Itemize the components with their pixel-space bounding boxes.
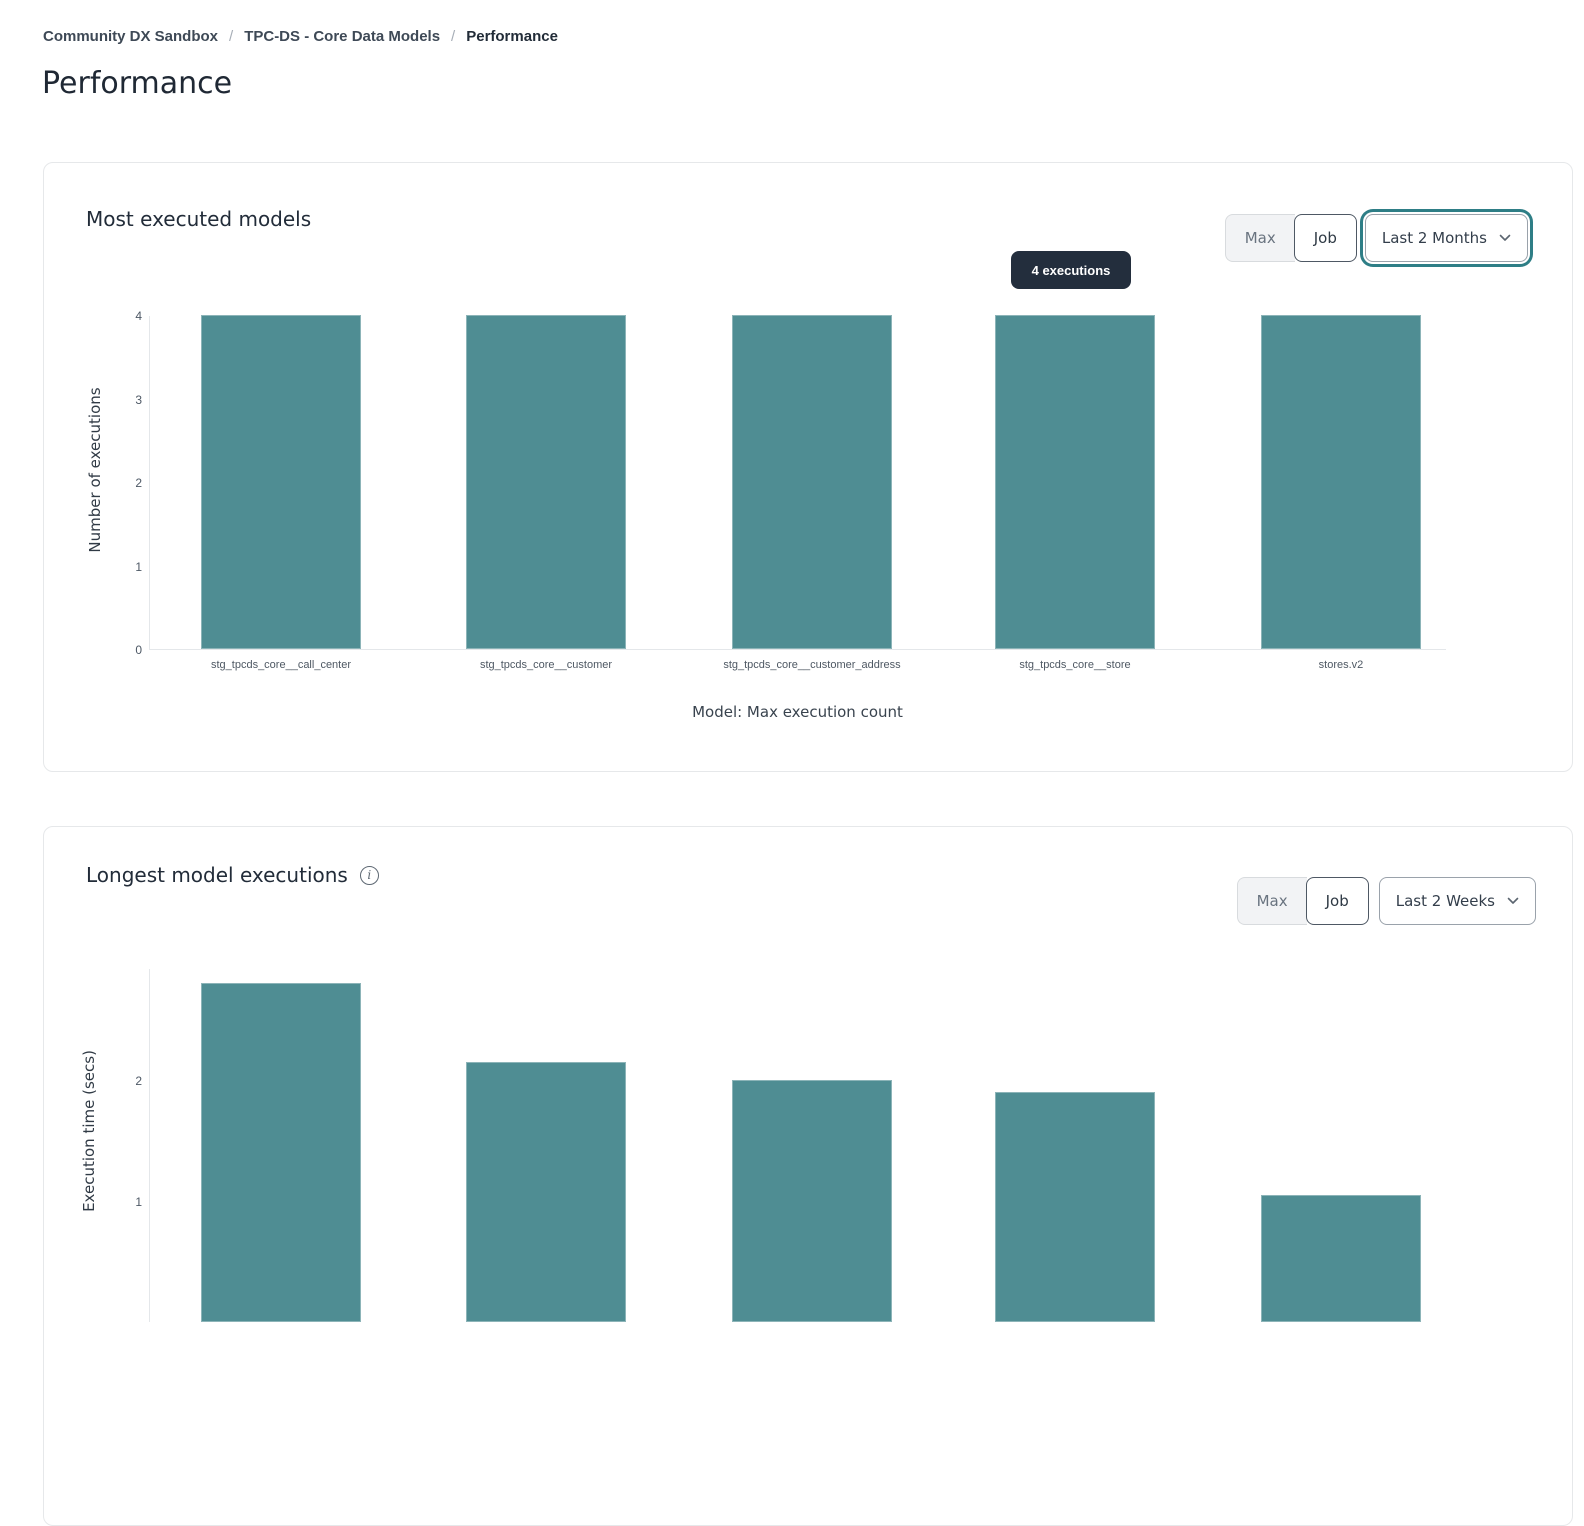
x-category-label: stg_tpcds_core__store <box>925 659 1225 671</box>
card-title-longest-executions: Longest model executions i <box>86 863 379 887</box>
y-tick-label: 4 <box>114 309 142 323</box>
y-tick-label: 1 <box>114 560 142 574</box>
toggle-max-button[interactable]: Max <box>1225 214 1295 262</box>
bar-chart-most-executed: 01234stg_tpcds_core__call_centerstg_tpcd… <box>149 316 1446 650</box>
aggregation-toggle: Max Job <box>1237 877 1369 925</box>
y-tick-label: 2 <box>114 476 142 490</box>
chevron-down-icon <box>1507 897 1519 905</box>
date-range-dropdown[interactable]: Last 2 Months <box>1365 214 1528 262</box>
y-tick-label: 0 <box>114 643 142 657</box>
toggle-max-button[interactable]: Max <box>1237 877 1307 925</box>
card-title-text: Longest model executions <box>86 863 348 887</box>
bar-series-1[interactable] <box>466 1062 626 1322</box>
date-range-dropdown[interactable]: Last 2 Weeks <box>1379 877 1536 925</box>
most-executed-models-card: Most executed models Max Job Last 2 Mont… <box>43 162 1573 772</box>
y-axis-label: Execution time (secs) <box>80 1050 98 1212</box>
date-range-value: Last 2 Weeks <box>1396 892 1495 910</box>
card-title-most-executed: Most executed models <box>86 207 311 231</box>
bar-stg_tpcds_core__store[interactable] <box>995 315 1155 649</box>
y-tick-label: 2 <box>114 1074 142 1088</box>
breadcrumb-separator: / <box>451 28 455 45</box>
longest-model-executions-card: Longest model executions i Max Job Last … <box>43 826 1573 1526</box>
x-category-label: stg_tpcds_core__call_center <box>131 659 431 671</box>
chart-tooltip: 4 executions <box>1011 251 1131 289</box>
x-category-label: stg_tpcds_core__customer_address <box>662 659 962 671</box>
toggle-job-button[interactable]: Job <box>1306 877 1369 925</box>
breadcrumb-item-project[interactable]: TPC-DS - Core Data Models <box>244 28 440 45</box>
x-category-label: stg_tpcds_core__customer <box>396 659 696 671</box>
page-title: Performance <box>42 66 232 101</box>
info-icon[interactable]: i <box>360 866 379 885</box>
chevron-down-icon <box>1499 234 1511 242</box>
y-axis-label: Number of executions <box>86 387 104 552</box>
x-category-label: stores.v2 <box>1191 659 1491 671</box>
breadcrumb-item-performance: Performance <box>466 28 558 45</box>
aggregation-toggle: Max Job <box>1225 214 1357 262</box>
bar-stg_tpcds_core__call_center[interactable] <box>201 315 361 649</box>
toggle-job-button[interactable]: Job <box>1294 214 1357 262</box>
y-tick-label: 3 <box>114 393 142 407</box>
y-tick-label: 1 <box>114 1195 142 1209</box>
x-axis-label: Model: Max execution count <box>149 703 1446 721</box>
bar-series-3[interactable] <box>995 1092 1155 1322</box>
bar-series-2[interactable] <box>732 1080 892 1322</box>
bar-chart-longest-executions: 12 <box>149 969 1446 1322</box>
chart-controls: Max Job Last 2 Weeks <box>1237 877 1536 925</box>
bar-stg_tpcds_core__customer[interactable] <box>466 315 626 649</box>
breadcrumb-separator: / <box>229 28 233 45</box>
bar-stores.v2[interactable] <box>1261 315 1421 649</box>
chart-controls: Max Job Last 2 Months <box>1225 214 1528 262</box>
breadcrumb: Community DX Sandbox / TPC-DS - Core Dat… <box>43 28 558 45</box>
bar-series-0[interactable] <box>201 983 361 1322</box>
bar-series-4[interactable] <box>1261 1195 1421 1322</box>
date-range-value: Last 2 Months <box>1382 229 1487 247</box>
bar-stg_tpcds_core__customer_address[interactable] <box>732 315 892 649</box>
breadcrumb-item-account[interactable]: Community DX Sandbox <box>43 28 218 45</box>
card-title-text: Most executed models <box>86 207 311 231</box>
